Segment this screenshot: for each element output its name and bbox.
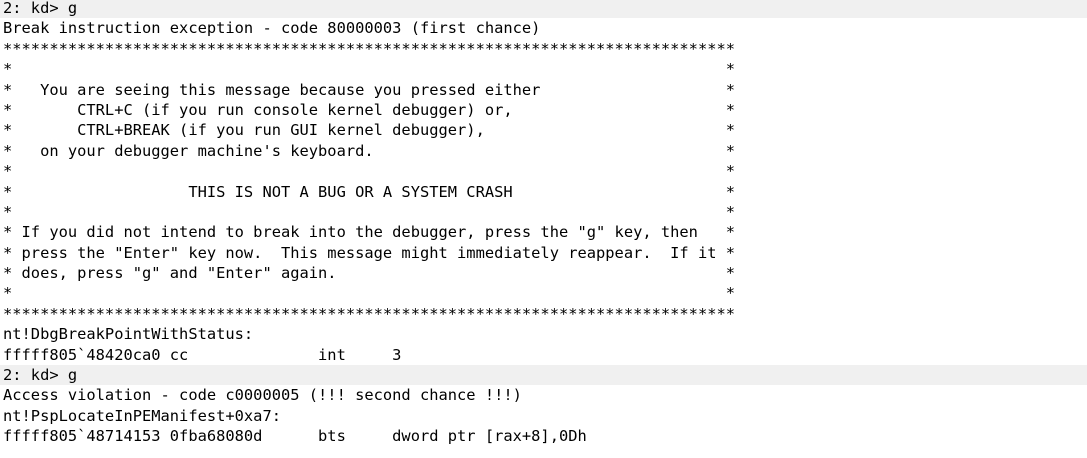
banner-border-bottom: ****************************************… xyxy=(3,304,736,323)
banner-line: * CTRL+C (if you run console kernel debu… xyxy=(3,100,736,119)
kd-prompt-line[interactable]: 2: kd> g xyxy=(0,365,1087,386)
symbol-line: nt!PspLocateInPEManifest+0xa7: xyxy=(3,406,281,425)
banner-warning-line: * THIS IS NOT A BUG OR A SYSTEM CRASH * xyxy=(3,182,736,201)
debugger-command-output[interactable]: 2: kd> g Break instruction exception - c… xyxy=(0,0,1087,447)
banner-line: * You are seeing this message because yo… xyxy=(3,80,736,99)
banner-line: * * xyxy=(3,202,736,221)
exception-message-line: Break instruction exception - code 80000… xyxy=(3,19,541,38)
banner-line: * If you did not intend to break into th… xyxy=(3,223,736,242)
banner-line: * press the "Enter" key now. This messag… xyxy=(3,243,736,262)
kd-prompt-line[interactable]: 2: kd> g xyxy=(0,0,1087,19)
banner-line: * * xyxy=(3,284,736,303)
symbol-line: nt!DbgBreakPointWithStatus: xyxy=(3,325,254,344)
banner-line: * * xyxy=(3,60,736,79)
banner-line: * on your debugger machine's keyboard. * xyxy=(3,141,736,160)
banner-line: * CTRL+BREAK (if you run GUI kernel debu… xyxy=(3,121,736,140)
disassembly-line: fffff805`48714153 0fba68080d bts dword p… xyxy=(3,427,587,446)
banner-line: * * xyxy=(3,162,736,181)
exception-message-line: Access violation - code c0000005 (!!! se… xyxy=(3,386,522,405)
banner-border-top: ****************************************… xyxy=(3,39,736,58)
banner-line: * does, press "g" and "Enter" again. * xyxy=(3,264,736,283)
disassembly-line: fffff805`48420ca0 cc int 3 xyxy=(3,345,402,364)
